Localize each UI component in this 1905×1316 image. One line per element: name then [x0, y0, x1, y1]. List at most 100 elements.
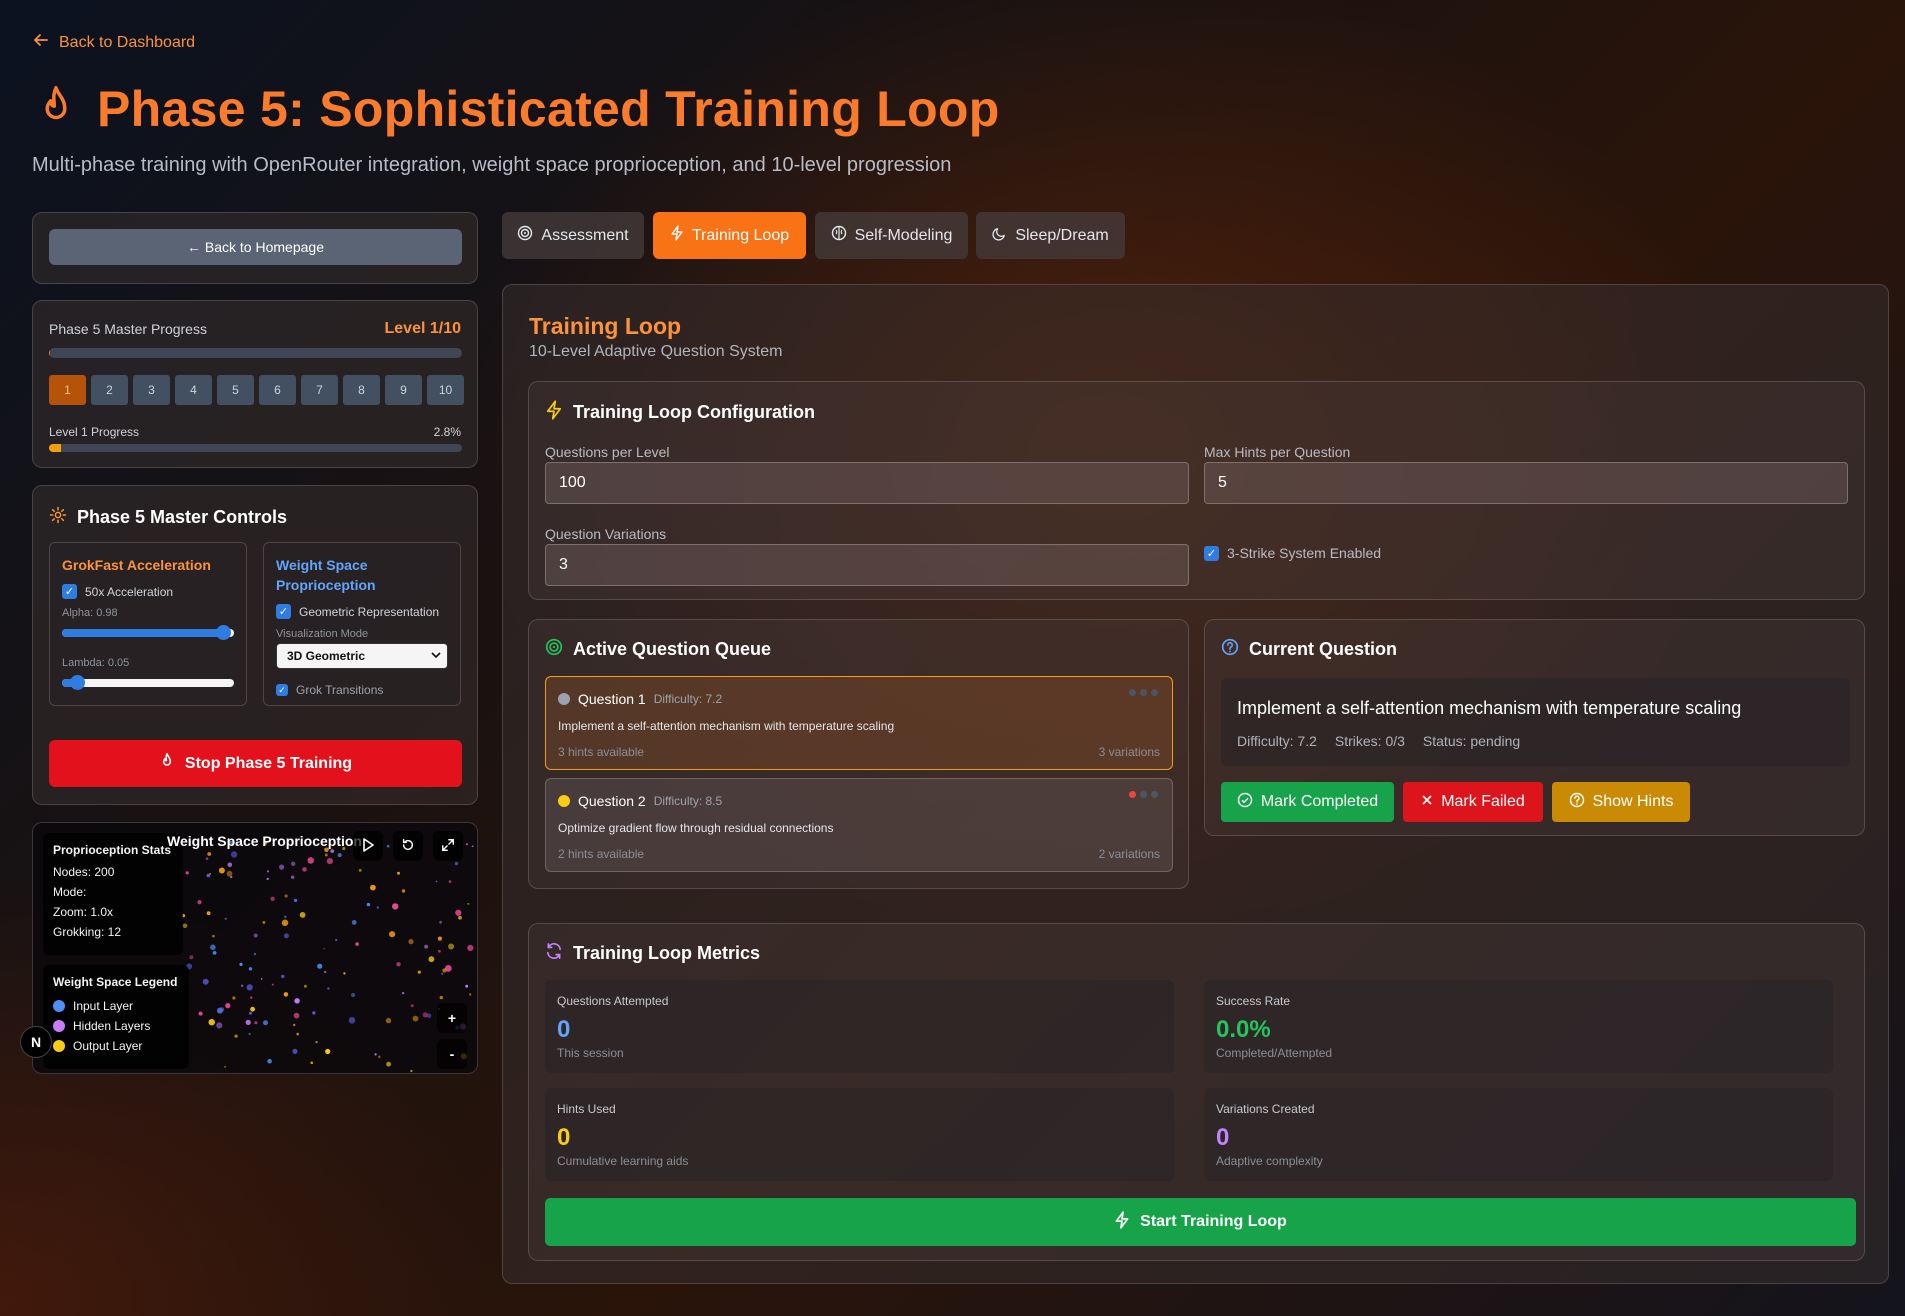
- legend-label: Output Layer: [73, 1039, 143, 1053]
- weight-node: [279, 864, 285, 870]
- tab-sleep-dream[interactable]: Sleep/Dream: [976, 212, 1125, 259]
- weight-node: [291, 875, 295, 879]
- metric-note: Adaptive complexity: [1216, 1154, 1323, 1168]
- current-question-text: Implement a self-attention mechanism wit…: [1237, 698, 1742, 718]
- metric-card: Variations Created 0 Adaptive complexity: [1204, 1088, 1833, 1181]
- master-progress-label: Phase 5 Master Progress: [49, 321, 207, 337]
- nextjs-badge[interactable]: N: [20, 1026, 52, 1058]
- level-button-4[interactable]: 4: [175, 375, 212, 405]
- questions-per-level-label: Questions per Level: [545, 444, 670, 460]
- alpha-slider-thumb[interactable]: [215, 625, 231, 640]
- weight-node: [283, 933, 289, 939]
- weight-node: [330, 849, 335, 853]
- weight-node: [351, 920, 357, 925]
- level-button-5[interactable]: 5: [217, 375, 254, 405]
- zoom-out-button[interactable]: -: [437, 1039, 467, 1069]
- gear-icon: [49, 506, 67, 529]
- strike-dots: [1129, 791, 1158, 798]
- weight-node: [283, 992, 289, 997]
- help-circle-icon: [1569, 792, 1585, 813]
- weight-space-title: Weight Space Proprioception: [276, 557, 376, 593]
- level-button-10[interactable]: 10: [427, 375, 464, 405]
- weight-node: [385, 1017, 392, 1024]
- level-button-8[interactable]: 8: [343, 375, 380, 405]
- weight-node: [317, 963, 323, 969]
- acceleration-checkbox[interactable]: ✓: [62, 584, 77, 599]
- queue-item[interactable]: Question 2 Difficulty: 8.5 Optimize grad…: [545, 778, 1173, 872]
- training-loop-subtitle: 10-Level Adaptive Question System: [529, 343, 783, 360]
- alpha-slider[interactable]: [62, 625, 234, 640]
- weight-node: [218, 867, 225, 874]
- weight-node: [424, 944, 428, 949]
- weight-node: [324, 853, 328, 857]
- rotate-icon: [401, 838, 415, 855]
- reset-view-button[interactable]: [393, 831, 423, 861]
- strike-system-checkbox[interactable]: ✓: [1204, 545, 1219, 561]
- geometric-checkbox[interactable]: ✓: [276, 604, 291, 619]
- weight-node: [396, 962, 401, 967]
- lambda-slider-thumb[interactable]: [69, 675, 85, 690]
- back-to-dashboard-link[interactable]: Back to Dashboard: [33, 32, 195, 53]
- tab-assessment[interactable]: Assessment: [502, 212, 644, 259]
- weight-node: [469, 993, 472, 996]
- zoom-in-button[interactable]: +: [437, 1003, 467, 1033]
- level-button-3[interactable]: 3: [133, 375, 170, 405]
- weight-node: [198, 1011, 203, 1016]
- level-button-7[interactable]: 7: [301, 375, 338, 405]
- level-button-6[interactable]: 6: [259, 375, 296, 405]
- queue-item-text: Optimize gradient flow through residual …: [558, 821, 834, 835]
- legend-dot: [53, 1000, 65, 1012]
- tab-training-loop[interactable]: Training Loop: [653, 212, 806, 259]
- back-to-homepage-button[interactable]: ← Back to Homepage: [49, 229, 462, 265]
- weight-node: [348, 1017, 356, 1024]
- queue-item-hints: 3 hints available: [558, 745, 645, 759]
- weight-node: [326, 858, 333, 865]
- weight-node: [227, 862, 233, 868]
- show-hints-label: Show Hints: [1592, 793, 1674, 810]
- tab-training-loop-label: Training Loop: [691, 226, 790, 244]
- weight-node: [254, 1021, 258, 1025]
- level-button-2[interactable]: 2: [91, 375, 128, 405]
- weight-node: [293, 1023, 296, 1027]
- stop-training-button[interactable]: Stop Phase 5 Training: [49, 740, 462, 787]
- legend-label: Input Layer: [73, 999, 134, 1013]
- metric-value: 0: [557, 1124, 571, 1151]
- weight-node: [267, 1058, 272, 1064]
- metric-label: Success Rate: [1216, 994, 1291, 1008]
- questions-per-level-input[interactable]: 100: [545, 462, 1189, 504]
- weight-node: [455, 909, 462, 916]
- mark-completed-button[interactable]: Mark Completed: [1221, 782, 1394, 822]
- max-hints-input[interactable]: 5: [1204, 462, 1848, 504]
- viz-title: Weight Space Proprioception: [167, 833, 362, 849]
- level-button-1[interactable]: 1: [49, 375, 86, 405]
- tab-self-modeling[interactable]: Self-Modeling: [815, 212, 968, 259]
- play-button[interactable]: [353, 831, 383, 861]
- weight-node: [392, 903, 399, 910]
- level-progress-fill: [49, 444, 61, 452]
- queue-item[interactable]: Question 1 Difficulty: 7.2 Implement a s…: [545, 676, 1173, 770]
- weight-node: [307, 857, 315, 864]
- level-button-9[interactable]: 9: [385, 375, 422, 405]
- weight-node: [284, 894, 288, 898]
- question-queue-panel: Active Question Queue Question 1 Difficu…: [528, 619, 1189, 889]
- status-dot: [558, 693, 570, 705]
- mark-failed-button[interactable]: Mark Failed: [1403, 782, 1543, 822]
- weight-node: [303, 984, 307, 988]
- lambda-slider[interactable]: [62, 675, 234, 690]
- weight-node: [310, 1061, 314, 1065]
- queue-item-text: Implement a self-attention mechanism wit…: [558, 719, 895, 733]
- viz-mode-select[interactable]: 3D Geometric: [276, 643, 448, 669]
- grokfast-panel: GrokFast Acceleration ✓ 50x Acceleration…: [49, 542, 247, 706]
- fullscreen-button[interactable]: [433, 831, 463, 861]
- start-training-loop-button[interactable]: Start Training Loop: [545, 1198, 1856, 1246]
- weight-node: [225, 1003, 231, 1009]
- variations-input[interactable]: 3: [545, 544, 1189, 586]
- config-title-text: Training Loop Configuration: [573, 402, 815, 422]
- weight-node: [212, 951, 217, 955]
- weight-space-visualization[interactable]: Proprioception Stats Nodes: 200 Mode: Zo…: [32, 822, 478, 1074]
- weight-node: [224, 917, 227, 920]
- weight-node: [378, 1055, 381, 1059]
- grok-transitions-checkbox[interactable]: ✓: [276, 684, 288, 696]
- show-hints-button[interactable]: Show Hints: [1552, 782, 1690, 822]
- weight-node: [230, 851, 238, 858]
